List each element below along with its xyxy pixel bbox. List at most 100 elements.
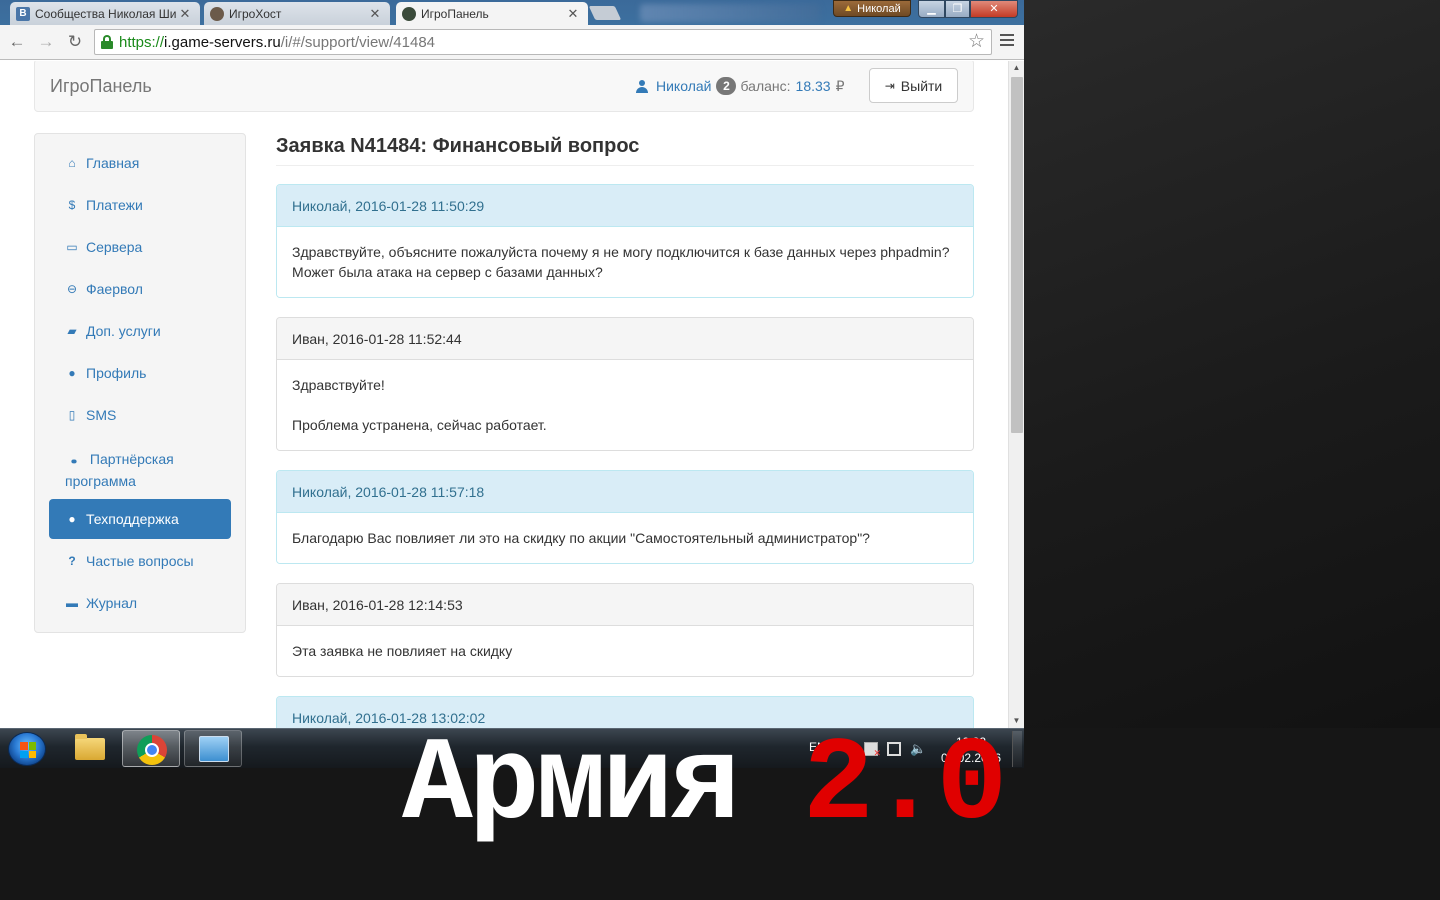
- tabstrip-background: [640, 4, 820, 22]
- close-icon[interactable]: ✕: [566, 6, 580, 22]
- message-header: Иван, 2016-01-28 11:52:44: [277, 318, 973, 360]
- user-icon: [636, 79, 648, 93]
- close-icon[interactable]: ✕: [178, 6, 192, 22]
- message-text: Проблема устранена, сейчас работает.: [292, 417, 547, 433]
- tab-label: ИгроХост: [229, 6, 282, 21]
- maximize-button[interactable]: ❐: [945, 0, 970, 18]
- sidebar-item-home[interactable]: ⌂ Главная: [49, 143, 231, 183]
- sidebar-item-label: Платежи: [86, 197, 143, 213]
- brand[interactable]: ИгроПанель: [50, 76, 152, 97]
- taskbar-chrome[interactable]: [122, 730, 180, 767]
- sidebar-item-support[interactable]: ● Техподдержка: [49, 499, 231, 539]
- folder-open-icon: ▰: [67, 324, 77, 338]
- page-title: Заявка N41484: Финансовый вопрос: [276, 133, 974, 166]
- windows-logo-icon: [20, 742, 36, 758]
- tab-igropanel[interactable]: ИгроПанель ✕: [396, 2, 588, 25]
- message-panel: Иван, 2016-01-28 12:14:53 Эта заявка не …: [276, 583, 974, 677]
- taskbar-control-panel[interactable]: [184, 730, 242, 767]
- users-icon: ●●: [70, 456, 78, 466]
- user-link[interactable]: Николай: [656, 78, 711, 94]
- chrome-icon: [137, 735, 167, 765]
- video-caption: Армия 2.0: [402, 720, 1007, 853]
- sidebar-item-label: Частые вопросы: [86, 553, 194, 569]
- profile-name: Николай: [857, 2, 901, 15]
- sidebar-item-partners[interactable]: ●● Партнёрская программа: [49, 447, 209, 489]
- sidebar-item-label: Главная: [86, 155, 140, 171]
- logout-button[interactable]: ⇥ Выйти: [869, 68, 958, 103]
- phone-icon: ▯: [68, 408, 76, 422]
- browser-toolbar: ← → ↻ https://i.game-servers.ru/i/#/supp…: [0, 25, 1024, 60]
- balance-label: баланс:: [740, 78, 791, 94]
- message-panel: Иван, 2016-01-28 11:52:44 Здравствуйте! …: [276, 317, 974, 451]
- sidebar-item-label: Профиль: [86, 365, 147, 381]
- menu-icon[interactable]: [1000, 34, 1014, 48]
- message-panel: Николай, 2016-01-28 11:50:29 Здравствуйт…: [276, 184, 974, 298]
- control-panel-icon: [199, 736, 229, 762]
- archive-icon: ▬: [66, 596, 78, 610]
- sidebar-item-label: Журнал: [86, 595, 138, 611]
- scroll-thumb[interactable]: [1011, 77, 1023, 433]
- tab-igrohost[interactable]: ИгроХост ✕: [204, 2, 390, 25]
- profile-chip[interactable]: ▲ Николай: [833, 0, 911, 17]
- sidebar-item-label-wrap: ●● Партнёрская программа: [65, 448, 209, 491]
- back-button[interactable]: ←: [7, 32, 27, 52]
- bookmark-star-icon[interactable]: ☆: [968, 32, 985, 52]
- sidebar-item-log[interactable]: ▬ Журнал: [49, 583, 231, 623]
- message-text: Здравствуйте!: [292, 377, 385, 393]
- close-icon[interactable]: ✕: [368, 6, 382, 22]
- message-body: Благодарю Вас повлияет ли это на скидку …: [277, 513, 973, 563]
- sidebar-item-sms[interactable]: ▯ SMS: [49, 395, 231, 435]
- sidebar-item-profile[interactable]: ● Профиль: [49, 353, 231, 393]
- vk-icon: B: [16, 6, 30, 21]
- question-icon: ?: [68, 554, 76, 568]
- message-header: Николай, 2016-01-28 11:57:18: [277, 471, 973, 513]
- sidebar-item-servers[interactable]: ▭ Сервера: [49, 227, 231, 267]
- balance-value[interactable]: 18.33: [796, 78, 831, 94]
- sidebar-item-faq[interactable]: ? Частые вопросы: [49, 541, 231, 581]
- warning-icon: ▲: [843, 3, 854, 14]
- sidebar-item-label: Фаервол: [86, 281, 143, 297]
- lock-icon: [101, 35, 113, 49]
- desktop-background: [1024, 0, 1440, 728]
- logout-label: Выйти: [900, 77, 943, 94]
- window-controls: ▁ ❐ ✕: [918, 0, 1018, 18]
- sidebar-item-label: Техподдержка: [86, 511, 179, 527]
- page-viewport: ИгроПанель Николай 2 баланс: 18.33 ₽ ⇥ В…: [0, 61, 1008, 728]
- notification-badge[interactable]: 2: [716, 77, 737, 95]
- minus-circle-icon: ⊖: [66, 282, 78, 296]
- sidebar-item-label: Доп. услуги: [86, 323, 161, 339]
- reload-button[interactable]: ↻: [65, 32, 85, 52]
- tab-vk[interactable]: B Сообщества Николая Ши ✕: [10, 2, 200, 25]
- scroll-down-icon[interactable]: ▼: [1009, 714, 1024, 728]
- sidebar-item-label: Партнёрская программа: [65, 451, 174, 489]
- close-window-button[interactable]: ✕: [970, 0, 1018, 18]
- sidebar-item-firewall[interactable]: ⊖ Фаервол: [49, 269, 231, 309]
- sidebar-item-addons[interactable]: ▰ Доп. услуги: [49, 311, 231, 351]
- show-desktop-button[interactable]: [1012, 731, 1022, 767]
- home-icon: ⌂: [68, 156, 76, 170]
- vertical-scrollbar[interactable]: ▲ ▼: [1008, 61, 1024, 728]
- hdd-icon: ▭: [66, 240, 78, 254]
- comments-icon: ●: [68, 512, 76, 526]
- message-header: Иван, 2016-01-28 12:14:53: [277, 584, 973, 626]
- address-bar[interactable]: https://i.game-servers.ru/i/#/support/vi…: [94, 29, 992, 55]
- message-text: Благодарю Вас повлияет ли это на скидку …: [292, 530, 870, 546]
- message-text: Эта заявка не повлияет на скидку: [292, 643, 513, 659]
- scroll-up-icon[interactable]: ▲: [1009, 61, 1024, 75]
- caption-version: 2.0: [802, 720, 1007, 853]
- new-tab-button[interactable]: [588, 6, 622, 20]
- caption-text: Армия: [402, 720, 803, 853]
- top-navbar: ИгроПанель Николай 2 баланс: 18.33 ₽ ⇥ В…: [34, 61, 974, 112]
- minimize-button[interactable]: ▁: [918, 0, 945, 18]
- currency-icon: ₽: [835, 77, 845, 94]
- start-button[interactable]: [8, 732, 46, 766]
- tab-label: Сообщества Николая Ши: [35, 6, 177, 21]
- sidebar: ⌂ Главная $ Платежи ▭ Сервера ⊖ Фаервол …: [34, 133, 246, 633]
- forward-button[interactable]: →: [36, 32, 56, 52]
- url-text: https://i.game-servers.ru/i/#/support/vi…: [119, 33, 435, 51]
- sidebar-item-label: SMS: [86, 407, 117, 423]
- logout-icon: ⇥: [884, 78, 895, 93]
- user-icon: ●: [68, 366, 76, 380]
- taskbar-explorer[interactable]: [60, 730, 118, 767]
- sidebar-item-payments[interactable]: $ Платежи: [49, 185, 231, 225]
